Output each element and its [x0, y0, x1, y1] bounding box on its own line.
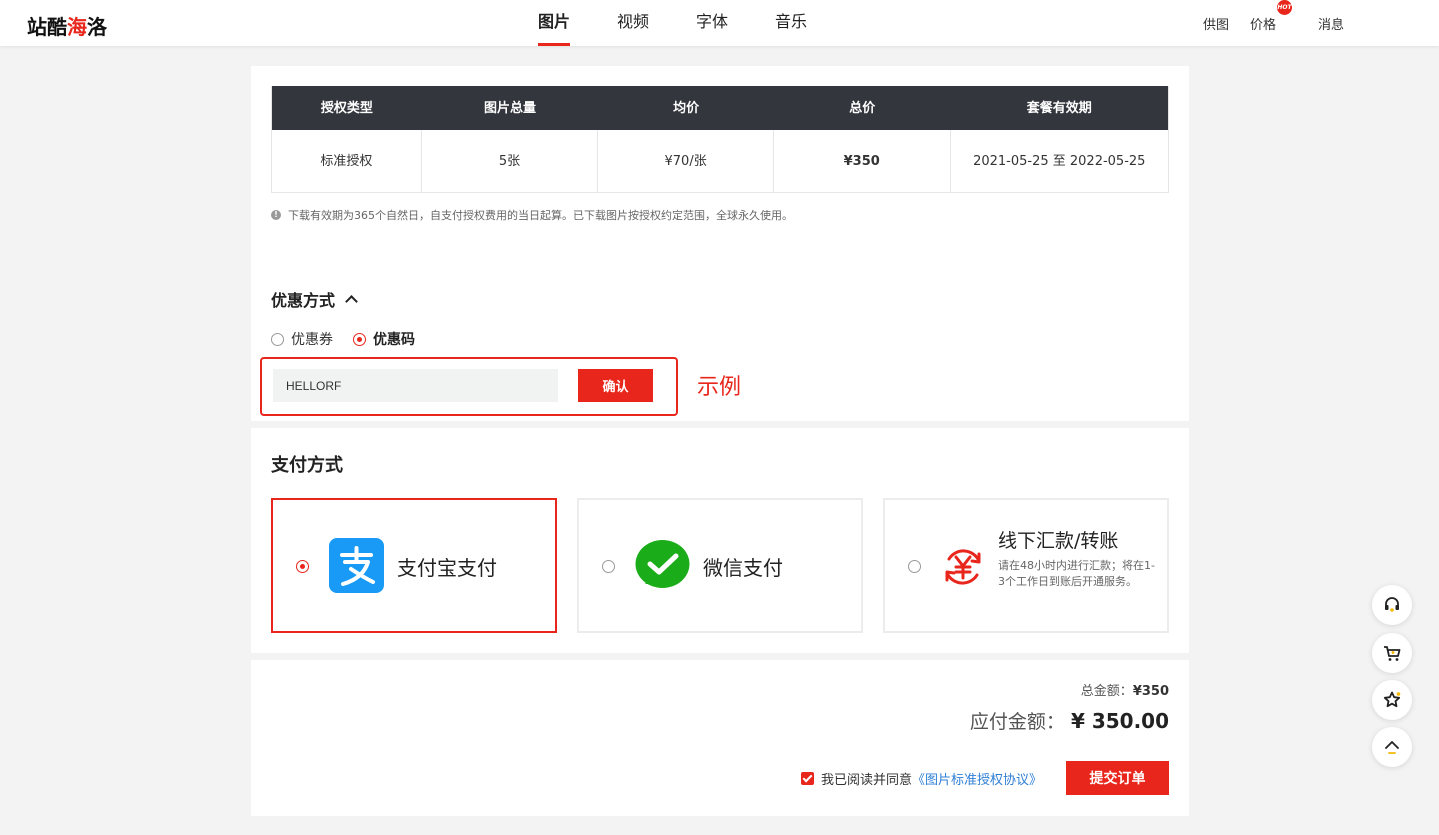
top-header: 站酷海洛 图片 视频 字体 音乐 供图 价格 HOT 消息	[0, 0, 1439, 46]
cell-license-type: 标准授权	[272, 130, 422, 192]
logo-text-b: 海	[67, 15, 87, 39]
total-label: 总金额：	[1080, 684, 1133, 699]
pay-option-wechat[interactable]: 微信支付	[577, 498, 863, 633]
radio-offline[interactable]	[908, 560, 921, 573]
discount-toggle[interactable]: 优惠方式	[271, 287, 358, 311]
cell-total-price: ¥350	[774, 130, 951, 192]
header-total-price: 总价	[849, 100, 876, 116]
cart-icon	[1384, 646, 1401, 661]
submit-order-button[interactable]: 提交订单	[1066, 761, 1169, 795]
favorites-button[interactable]	[1372, 680, 1412, 720]
payable-label: 应付金额：	[969, 711, 1065, 733]
order-summary-card: 总金额：¥350 应付金额： ¥ 350.00 我已阅读并同意 《图片标准授权协…	[251, 660, 1189, 816]
headset-icon	[1385, 597, 1399, 612]
back-to-top-button[interactable]	[1372, 727, 1412, 767]
nav-fonts[interactable]: 字体	[696, 0, 728, 46]
nav-videos[interactable]: 视频	[617, 0, 649, 46]
radio-promo-code[interactable]	[353, 332, 366, 346]
alipay-icon	[329, 538, 384, 593]
main-nav: 图片 视频 字体 音乐	[538, 0, 854, 46]
header-validity: 套餐有效期	[1026, 100, 1092, 116]
price-link-label: 价格	[1250, 17, 1277, 33]
total-amount: 总金额：¥350	[1081, 680, 1169, 699]
discount-options: 优惠券 优惠码	[271, 329, 435, 349]
hot-badge: HOT	[1277, 0, 1293, 15]
cell-validity: 2021-05-25 至 2022-05-25	[973, 153, 1146, 169]
supply-link[interactable]: 供图	[1203, 14, 1229, 33]
table-row: 标准授权 5张 ¥70/张 ¥350 2021-05-25 至 2022-05-…	[272, 130, 1168, 192]
pay-option-offline[interactable]: 线下汇款/转账 请在48小时内进行汇款；将在1-3个工作日到账后开通服务。	[883, 498, 1169, 633]
info-icon: !	[271, 210, 281, 220]
radio-alipay[interactable]	[296, 560, 309, 573]
promo-code-highlight: 确认	[260, 357, 678, 416]
customer-service-button[interactable]	[1372, 585, 1412, 625]
option-coupon[interactable]: 优惠券	[271, 329, 333, 349]
total-value: ¥350	[1132, 684, 1169, 699]
user-nav: 供图 价格 HOT 消息	[1203, 0, 1365, 46]
payment-title: 支付方式	[271, 455, 343, 476]
payable-amount: 应付金额： ¥ 350.00	[970, 707, 1169, 734]
offline-description: 请在48小时内进行汇款；将在1-3个工作日到账后开通服务。	[998, 559, 1155, 588]
pay-option-alipay[interactable]: 支付宝支付	[271, 498, 557, 633]
offline-label: 线下汇款/转账	[998, 530, 1119, 552]
agree-text: 我已阅读并同意	[821, 773, 913, 788]
option-promo-code-label: 优惠码	[373, 332, 415, 348]
promo-code-input[interactable]	[273, 369, 558, 402]
header-avg-price: 均价	[673, 100, 700, 116]
agreement: 我已阅读并同意 《图片标准授权协议》	[801, 769, 1042, 788]
example-annotation: 示例	[697, 375, 742, 400]
star-icon	[1383, 691, 1401, 708]
option-promo-code[interactable]: 优惠码	[353, 329, 415, 349]
wechat-label: 微信支付	[703, 556, 783, 580]
payable-value: ¥ 350.00	[1070, 709, 1169, 733]
radio-wechat[interactable]	[602, 560, 615, 573]
agree-checkbox[interactable]	[801, 772, 814, 785]
radio-coupon[interactable]	[271, 332, 284, 346]
cell-avg-price: ¥70/张	[598, 130, 774, 192]
agreement-link[interactable]: 《图片标准授权协议》	[912, 769, 1042, 788]
discount-title: 优惠方式	[271, 291, 336, 310]
chevron-up-icon	[345, 295, 358, 308]
option-coupon-label: 优惠券	[291, 332, 333, 348]
table-header: 授权类型 图片总量 均价 总价 套餐有效期	[272, 86, 1168, 130]
download-note: ! 下载有效期为365个自然日，自支付授权费用的当日起算。已下载图片按授权约定范…	[271, 207, 793, 223]
payment-card: 支付方式 支付宝支付 微信支付 线下汇款/转账 请在48小时内进行汇款；将在1-…	[251, 428, 1189, 653]
nav-images[interactable]: 图片	[538, 0, 571, 46]
wechat-pay-icon	[635, 540, 690, 588]
note-text: 下载有效期为365个自然日，自支付授权费用的当日起算。已下载图片按授权约定范围，…	[288, 209, 793, 222]
license-table: 授权类型 图片总量 均价 总价 套餐有效期 标准授权 5张 ¥70/张 ¥350…	[271, 86, 1169, 193]
cart-button[interactable]	[1372, 633, 1412, 673]
price-link[interactable]: 价格 HOT	[1250, 0, 1297, 33]
confirm-button[interactable]: 确认	[578, 369, 653, 402]
cell-image-count: 5张	[422, 130, 599, 192]
logo[interactable]: 站酷海洛	[27, 11, 107, 40]
yuan-transfer-icon	[945, 549, 981, 585]
logo-text-a: 站酷	[27, 15, 67, 39]
messages-link[interactable]: 消息	[1318, 14, 1344, 33]
order-details-card: 授权类型 图片总量 均价 总价 套餐有效期 标准授权 5张 ¥70/张 ¥350…	[251, 66, 1189, 421]
header-image-count: 图片总量	[483, 100, 536, 116]
nav-music[interactable]: 音乐	[775, 0, 807, 46]
logo-text-c: 洛	[87, 15, 107, 39]
header-license-type: 授权类型	[320, 100, 373, 116]
alipay-label: 支付宝支付	[397, 556, 497, 580]
arrow-up-icon	[1385, 741, 1399, 754]
